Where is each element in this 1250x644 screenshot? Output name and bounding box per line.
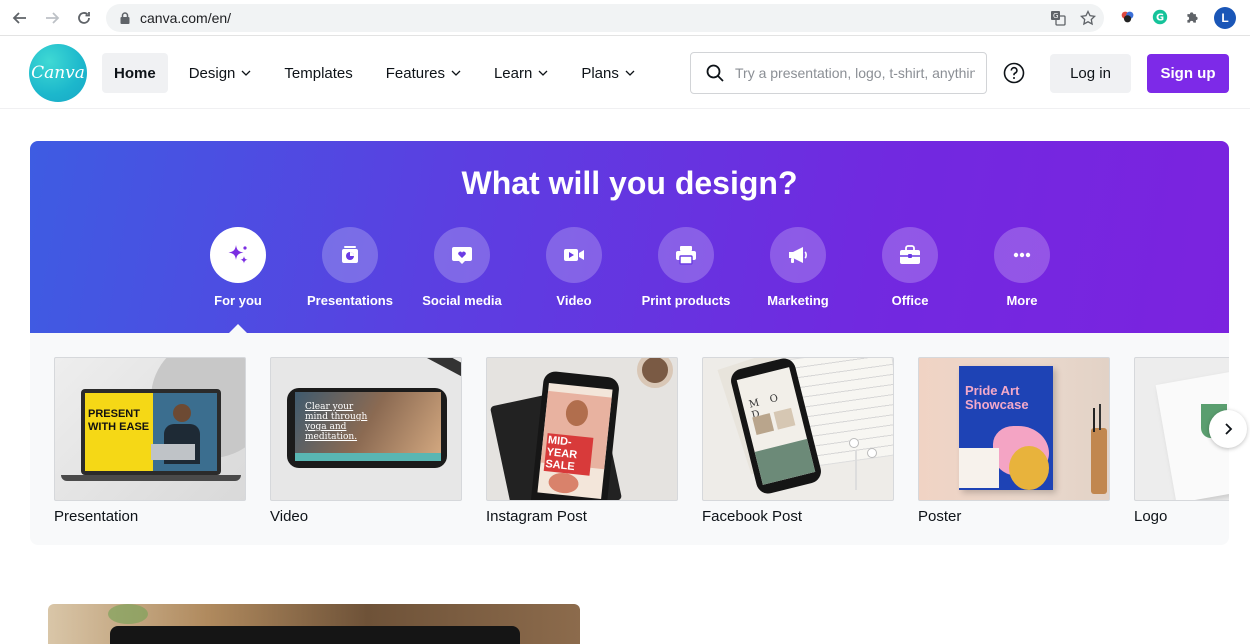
category-marketing[interactable]: Marketing [742, 227, 854, 308]
briefcase-icon [900, 245, 920, 264]
url-text: canva.com/en/ [140, 10, 232, 26]
svg-text:G: G [1156, 13, 1164, 24]
star-bookmark-icon[interactable] [1080, 10, 1096, 26]
puzzle-extensions-icon[interactable] [1182, 7, 1202, 27]
nav-design[interactable]: Design [177, 53, 264, 93]
carousel-next-button[interactable] [1209, 410, 1247, 448]
nav-home[interactable]: Home [102, 53, 168, 93]
thumb-text: Pride Art Showcase [965, 383, 1029, 412]
sparkle-icon [228, 245, 248, 264]
more-icon [1013, 252, 1031, 258]
chevron-down-icon [241, 70, 251, 76]
search-input[interactable] [735, 65, 975, 81]
canva-logo[interactable]: Canva [29, 44, 87, 102]
heart-chat-icon [452, 247, 472, 264]
template-thumb[interactable]: Pride Art Showcase [918, 357, 1110, 501]
chevron-down-icon [538, 70, 548, 76]
category-presentations[interactable]: Presentations [294, 227, 406, 308]
extension-color-icon[interactable] [1118, 7, 1138, 27]
thumb-text: MID-YEAR SALE [543, 433, 594, 476]
template-thumb[interactable]: MID-YEAR SALE [486, 357, 678, 501]
site-header: Canva Home Design Templates Features Lea… [0, 37, 1250, 109]
forward-arrow-icon[interactable] [40, 6, 64, 30]
chevron-right-icon [1225, 423, 1233, 435]
template-thumb[interactable]: PRESENT WITH EASE [54, 357, 246, 501]
template-thumb[interactable]: M O D [702, 357, 894, 501]
video-camera-icon [564, 249, 584, 261]
category-video[interactable]: Video [518, 227, 630, 308]
search-box[interactable] [690, 52, 987, 94]
template-label: Logo [1134, 508, 1168, 525]
grammarly-icon[interactable]: G [1150, 7, 1170, 27]
nav-templates[interactable]: Templates [272, 53, 364, 93]
browser-toolbar: canva.com/en/ G G L [0, 0, 1250, 36]
main-nav: Home Design Templates Features Learn Pla… [102, 53, 656, 93]
nav-learn[interactable]: Learn [482, 53, 560, 93]
thumb-text: Clear your mind through yoga and meditat… [305, 402, 368, 442]
template-card-instagram-post[interactable]: MID-YEAR SALE Instagram Post [486, 357, 678, 525]
category-print-products[interactable]: Print products [630, 227, 742, 308]
nav-features[interactable]: Features [374, 53, 473, 93]
active-category-pointer [229, 324, 247, 333]
address-bar[interactable]: canva.com/en/ G [106, 4, 1104, 32]
presentation-icon [342, 246, 358, 263]
template-card-presentation[interactable]: PRESENT WITH EASE Presentation [54, 357, 246, 525]
template-carousel: PRESENT WITH EASE Presentation Clear you… [30, 333, 1229, 545]
template-label: Video [270, 508, 309, 525]
signup-button[interactable]: Sign up [1147, 54, 1229, 93]
nav-plans[interactable]: Plans [569, 53, 647, 93]
hero-banner: What will you design? For you Presentati… [30, 141, 1229, 333]
template-label: Presentation [54, 508, 139, 525]
template-label: Facebook Post [702, 508, 803, 525]
hero-title: What will you design? [461, 165, 798, 201]
help-icon[interactable] [1003, 62, 1025, 84]
thumb-text: PRESENT WITH EASE [88, 408, 150, 433]
category-office[interactable]: Office [854, 227, 966, 308]
chevron-down-icon [451, 70, 461, 76]
feature-preview-image [48, 604, 580, 644]
category-social-media[interactable]: Social media [406, 227, 518, 308]
reload-icon[interactable] [72, 6, 96, 30]
svg-text:G: G [1053, 12, 1058, 20]
template-thumb[interactable]: Clear your mind through yoga and meditat… [270, 357, 462, 501]
search-icon [706, 64, 724, 82]
template-card-poster[interactable]: Pride Art Showcase Poster [918, 357, 1110, 525]
chevron-down-icon [625, 70, 635, 76]
login-button[interactable]: Log in [1050, 54, 1131, 93]
template-label: Instagram Post [486, 508, 587, 525]
template-card-video[interactable]: Clear your mind through yoga and meditat… [270, 357, 462, 525]
template-label: Poster [918, 508, 962, 525]
translate-icon[interactable]: G [1050, 10, 1066, 26]
megaphone-icon [789, 247, 807, 263]
back-arrow-icon[interactable] [8, 6, 32, 30]
printer-icon [676, 246, 696, 265]
template-card-facebook-post[interactable]: M O D Facebook Post [702, 357, 894, 525]
profile-avatar[interactable]: L [1214, 7, 1236, 29]
lock-icon [120, 12, 130, 24]
category-more[interactable]: More [966, 227, 1078, 308]
category-for-you[interactable]: For you [182, 227, 294, 308]
